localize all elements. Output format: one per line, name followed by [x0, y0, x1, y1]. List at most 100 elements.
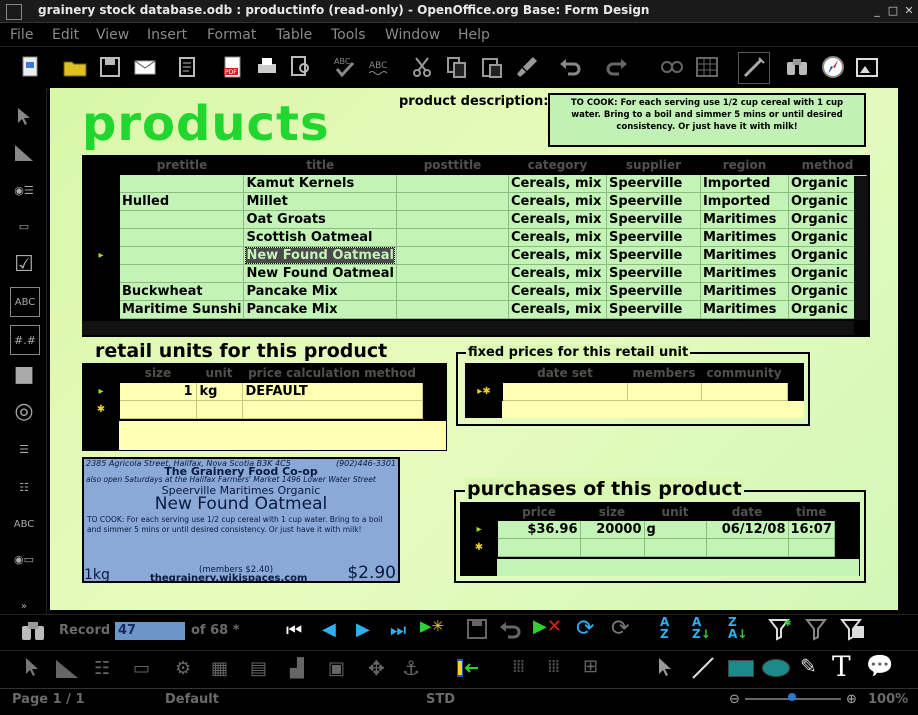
refresh-control-icon[interactable]: ⟳	[611, 616, 629, 641]
menu-tools[interactable]: Tools	[331, 27, 366, 43]
page-preview-icon[interactable]	[286, 52, 316, 82]
page-style[interactable]: Default	[165, 692, 219, 707]
checkbox-icon[interactable]: ☑	[10, 250, 38, 278]
selection-mode[interactable]: STD	[426, 692, 455, 707]
menu-file[interactable]: File	[10, 27, 33, 43]
autospellcheck-icon[interactable]: ABC	[365, 52, 395, 82]
selected-cell-text[interactable]: New Found Oatmeal	[245, 247, 395, 264]
column-header[interactable]: unit	[644, 502, 706, 521]
table-cell[interactable]: Maritimes	[700, 282, 789, 301]
table-cell[interactable]	[120, 175, 245, 193]
row-header[interactable]	[82, 282, 120, 301]
refresh-icon[interactable]: ⟳	[576, 616, 594, 641]
column-header[interactable]: members	[627, 363, 701, 383]
table-cell[interactable]: Scottish Oatmeal	[243, 228, 397, 247]
purchase-date[interactable]: 06/12/08	[706, 521, 789, 539]
table-cell[interactable]: Cereals, mix	[508, 300, 607, 319]
table-cell[interactable]: Cereals, mix	[508, 246, 607, 265]
freeform-line-icon[interactable]: ✎	[800, 654, 817, 678]
select-pointer-icon[interactable]	[10, 102, 38, 130]
new-purchase-unit[interactable]	[644, 538, 707, 557]
table-cell[interactable]: Cereals, mix	[508, 264, 607, 283]
table-cell[interactable]: Oat Groats	[243, 210, 397, 229]
table-cell[interactable]: Pancake Mix	[243, 282, 397, 301]
column-header[interactable]: date	[706, 502, 788, 521]
table-cell[interactable]: Cereals, mix	[508, 192, 607, 211]
anchor-icon[interactable]: ⚓	[402, 656, 420, 680]
more-controls-icon[interactable]: ◉▭	[10, 545, 38, 573]
find-record-icon[interactable]	[20, 618, 46, 646]
open-in-design-icon[interactable]: ▟	[290, 658, 304, 679]
column-header[interactable]: title	[244, 155, 397, 175]
column-header[interactable]: posttitle	[396, 155, 508, 175]
format-paintbrush-icon[interactable]	[512, 52, 542, 82]
minimize-icon[interactable]: _	[870, 4, 884, 18]
retail-size[interactable]: 1	[120, 383, 197, 401]
sort-ascending-icon[interactable]: A Z↓	[692, 616, 711, 640]
members-cell[interactable]	[627, 383, 702, 401]
grid-icon[interactable]: ⁞⁞⁞	[512, 656, 525, 677]
alignment-icon[interactable]	[456, 656, 482, 680]
next-record-icon[interactable]: ▶	[356, 619, 370, 640]
ellipse-tool-icon[interactable]	[762, 659, 790, 677]
save-icon[interactable]	[95, 52, 125, 82]
new-purchase-size[interactable]	[580, 538, 645, 557]
menu-view[interactable]: View	[96, 27, 129, 43]
control-properties-icon[interactable]: ☷	[94, 658, 110, 679]
table-cell[interactable]: Speerville	[606, 300, 701, 319]
table-cell[interactable]: Kamut Kernels	[243, 175, 397, 193]
table-icon[interactable]	[692, 52, 722, 82]
group-box-icon[interactable]: ■	[10, 360, 38, 388]
table-cell[interactable]: Maritimes	[700, 228, 789, 247]
retail-units-table[interactable]: size unit price calculation method ▸ 1 k…	[82, 363, 447, 451]
new-retail-method[interactable]	[242, 400, 423, 419]
zoom-in-icon[interactable]: ⊕	[846, 692, 857, 707]
row-header[interactable]	[82, 300, 120, 319]
row-header[interactable]	[82, 210, 120, 229]
draw-select-icon[interactable]	[655, 656, 675, 682]
table-cell[interactable]: Maritime Sunshi	[120, 300, 245, 319]
last-record-icon[interactable]: ⏭	[390, 620, 406, 641]
menu-edit[interactable]: Edit	[52, 27, 79, 43]
close-icon[interactable]: ✕	[902, 4, 916, 18]
standard-filter-icon[interactable]	[839, 616, 866, 646]
table-cell[interactable]	[120, 210, 245, 229]
label-field-icon[interactable]: ABC	[10, 510, 38, 538]
table-cell[interactable]	[396, 228, 509, 247]
table-cell[interactable]: New Found Oatmeal	[243, 264, 397, 283]
undo-icon[interactable]	[555, 52, 585, 82]
date-set-cell[interactable]	[503, 383, 628, 401]
table-cell[interactable]	[396, 175, 509, 193]
hyperlink-icon[interactable]	[657, 52, 687, 82]
first-record-icon[interactable]: ⏮	[286, 620, 302, 641]
save-record-icon[interactable]	[465, 617, 489, 645]
table-cell[interactable]: Speerville	[606, 282, 701, 301]
new-retail-size[interactable]	[120, 400, 197, 419]
table-row[interactable]: Maritime Sunshi Pancake Mix Cereals, mix Sp…	[82, 300, 867, 319]
new-retail-unit[interactable]	[196, 400, 243, 419]
new-purchase-price[interactable]	[498, 538, 581, 557]
table-cell[interactable]: Maritimes	[700, 264, 789, 283]
row-header[interactable]	[82, 228, 120, 247]
sort-icon[interactable]: AZ	[660, 616, 669, 640]
retail-method[interactable]: DEFAULT	[242, 383, 423, 401]
menu-table[interactable]: Table	[276, 27, 312, 43]
design-mode-icon[interactable]	[10, 138, 38, 166]
table-cell[interactable]: Speerville	[606, 228, 701, 247]
table-row[interactable]: ▸ New Found Oatmeal Cereals, mix Speerville…	[82, 246, 867, 265]
products-table[interactable]: pretitle title posttitle category suppli…	[82, 155, 870, 337]
purchases-table[interactable]: price size unit date time ▸ $36.96 20000…	[460, 502, 860, 576]
table-cell[interactable]: Cereals, mix	[508, 282, 607, 301]
column-header[interactable]: date set	[503, 363, 627, 383]
table-cell[interactable]: Maritimes	[700, 300, 789, 319]
open-folder-icon[interactable]	[60, 52, 90, 82]
edit-file-icon[interactable]	[173, 52, 203, 82]
table-cell[interactable]: Imported	[700, 175, 789, 193]
purchase-time[interactable]: 16:07	[788, 521, 835, 539]
list-box-icon[interactable]: ☰	[10, 435, 38, 463]
table-cell[interactable]	[396, 246, 509, 265]
cut-icon[interactable]	[407, 52, 437, 82]
table-cell[interactable]: Speerville	[606, 175, 701, 193]
push-button-icon[interactable]: ▭	[10, 212, 38, 240]
undo-record-icon[interactable]	[497, 617, 523, 647]
